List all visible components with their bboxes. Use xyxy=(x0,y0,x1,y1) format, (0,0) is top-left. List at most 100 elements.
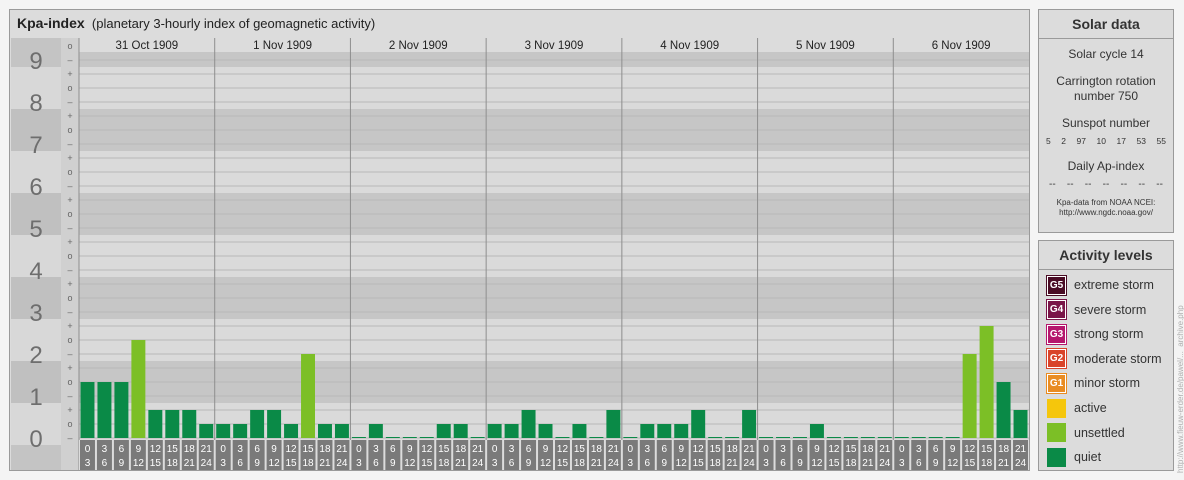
time-start-label: 0 xyxy=(85,444,91,455)
legend-swatch xyxy=(1047,398,1066,418)
time-start-label: 12 xyxy=(421,444,433,455)
kp-bar xyxy=(911,437,926,438)
time-end-label: 12 xyxy=(404,458,416,469)
time-end-label: 3 xyxy=(85,458,91,469)
time-start-label: 12 xyxy=(828,444,840,455)
credit-url: http://www.fieuw-erder.de/pawel/..._arch… xyxy=(1176,305,1184,473)
legend-swatch xyxy=(1047,423,1066,443)
kp-bar xyxy=(860,437,875,438)
time-end-label: 12 xyxy=(811,458,823,469)
kp-bar xyxy=(165,409,180,438)
kp-bar xyxy=(809,424,824,438)
kp-bar xyxy=(521,409,536,438)
time-start-label: 0 xyxy=(628,444,634,455)
kp-bar xyxy=(793,437,807,438)
kp-bar xyxy=(470,437,485,438)
kp-bar xyxy=(877,437,892,438)
y-axis-label: 3 xyxy=(29,300,42,327)
time-end-label: 12 xyxy=(133,458,145,469)
kp-bar xyxy=(708,437,723,438)
kp-bar xyxy=(385,437,400,438)
kp-bar xyxy=(368,424,383,438)
ap-value: -- xyxy=(1138,179,1146,190)
time-end-label: 3 xyxy=(492,458,498,469)
time-end-label: 12 xyxy=(540,458,552,469)
minor-mark: + xyxy=(67,279,72,289)
kp-bar xyxy=(131,340,146,438)
sunspot-values: 5 2 97 10 17 53 55 xyxy=(1039,136,1173,146)
time-end-label: 18 xyxy=(438,458,450,469)
minor-mark: + xyxy=(67,111,72,121)
time-start-label: 18 xyxy=(319,444,331,455)
minor-mark: – xyxy=(67,391,72,401)
time-end-label: 6 xyxy=(102,458,108,469)
kp-bar xyxy=(657,424,672,438)
kp-bar xyxy=(996,382,1011,438)
legend-label: minor storm xyxy=(1074,376,1140,391)
time-start-label: 21 xyxy=(1015,444,1027,455)
minor-mark: + xyxy=(67,153,72,163)
kp-bar xyxy=(199,424,214,438)
sunspot-value: 55 xyxy=(1156,136,1166,146)
kpa-chart-panel: Kpa-index (planetary 3-hourly index of g… xyxy=(9,9,1030,471)
kp-bar xyxy=(928,437,943,438)
kp-bar xyxy=(284,424,299,438)
legend-label: strong storm xyxy=(1074,327,1144,342)
time-end-label: 9 xyxy=(254,458,260,469)
kp-bar xyxy=(487,424,502,438)
minor-mark: o xyxy=(67,83,72,93)
time-start-label: 3 xyxy=(102,444,108,455)
time-end-label: 12 xyxy=(676,458,688,469)
time-start-label: 0 xyxy=(763,444,769,455)
kp-bar xyxy=(640,424,655,438)
kp-bar xyxy=(504,424,519,438)
time-start-label: 6 xyxy=(526,444,532,455)
minor-mark: – xyxy=(67,265,72,275)
time-end-label: 18 xyxy=(302,458,314,469)
kp-bar xyxy=(402,437,417,438)
minor-mark: + xyxy=(67,405,72,415)
minor-mark: + xyxy=(67,195,72,205)
time-start-label: 12 xyxy=(964,444,976,455)
legend-swatch xyxy=(1047,447,1066,467)
legend-label: extreme storm xyxy=(1074,278,1154,292)
time-start-label: 9 xyxy=(543,444,549,455)
carrington-rotation: Carrington rotation number 750 xyxy=(1056,74,1156,103)
chart-subtitle: (planetary 3-hourly index of geomagnetic… xyxy=(91,16,376,31)
time-start-label: 9 xyxy=(407,444,413,455)
day-label: 2 Nov 1909 xyxy=(389,40,448,52)
time-start-label: 18 xyxy=(455,444,467,455)
time-start-label: 18 xyxy=(998,444,1010,455)
day-label: 31 Oct 1909 xyxy=(116,40,179,52)
time-start-label: 21 xyxy=(608,444,620,455)
chart-title: Kpa-index xyxy=(17,15,85,31)
time-end-label: 3 xyxy=(356,458,362,469)
time-start-label: 9 xyxy=(950,444,956,455)
legend-swatch: G1 xyxy=(1046,372,1067,394)
solar-data-panel: Solar data Solar cycle 14 Carrington rot… xyxy=(1038,9,1174,233)
ap-values: -- -- -- -- -- -- -- xyxy=(1039,179,1173,190)
time-end-label: 9 xyxy=(526,458,532,469)
time-start-label: 3 xyxy=(645,444,651,455)
y-axis-label: 1 xyxy=(29,384,42,411)
time-end-label: 18 xyxy=(845,458,857,469)
kp-bar xyxy=(979,325,994,438)
legend-swatch: G2 xyxy=(1046,348,1067,370)
time-start-label: 9 xyxy=(271,444,277,455)
sunspot-title: Sunspot number xyxy=(1061,116,1151,130)
time-start-label: 0 xyxy=(220,444,226,455)
time-start-label: 15 xyxy=(981,444,993,455)
time-end-label: 9 xyxy=(933,458,939,469)
minor-mark: o xyxy=(67,335,72,345)
day-label: 5 Nov 1909 xyxy=(796,40,855,52)
legend-item-severe-storm: G4 severe storm xyxy=(1046,299,1146,321)
sunspot-value: 53 xyxy=(1136,136,1146,146)
kp-bar xyxy=(436,424,451,438)
time-start-label: 15 xyxy=(845,444,857,455)
time-end-label: 9 xyxy=(661,458,667,469)
day-label: 6 Nov 1909 xyxy=(932,40,991,52)
kp-bar xyxy=(776,437,790,438)
time-start-label: 3 xyxy=(916,444,922,455)
kp-bar xyxy=(114,382,129,438)
time-start-label: 6 xyxy=(933,444,939,455)
